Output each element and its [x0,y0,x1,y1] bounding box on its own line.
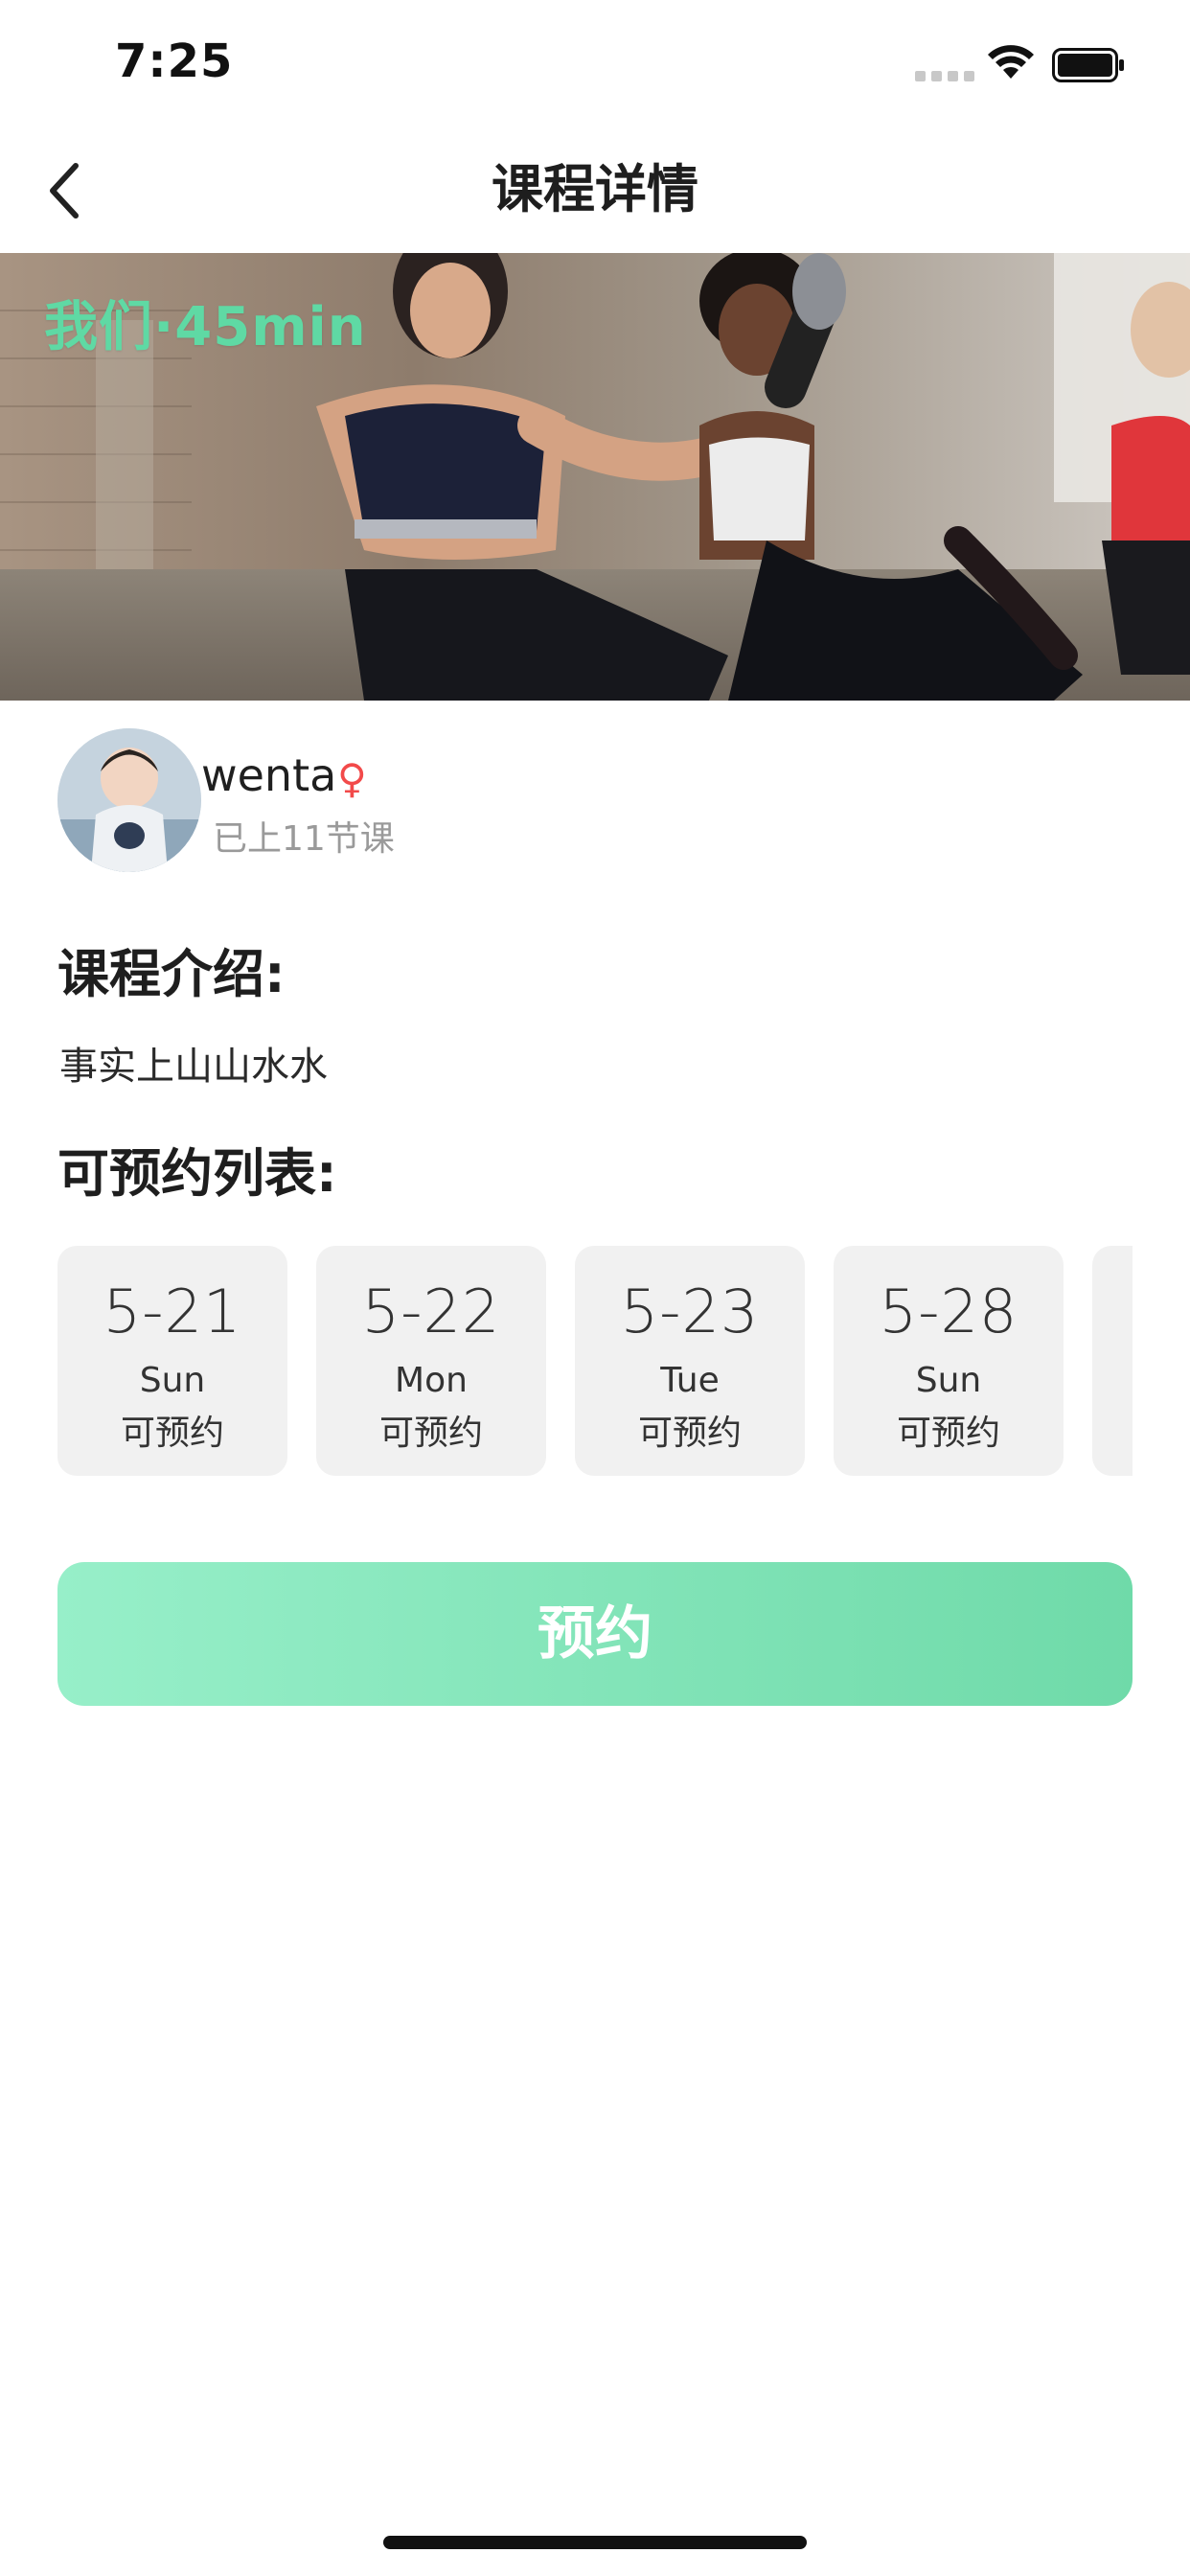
home-indicator[interactable] [383,2536,807,2549]
battery-icon [1052,48,1124,82]
status-time: 7:25 [115,34,234,88]
course-detail-page: 7:25 课程详情 我们·45min wenta ♀ 已上11节课 课程介绍: … [0,0,1190,2576]
intro-heading: 课程介绍: [57,944,286,1004]
book-button[interactable]: 预约 [57,1562,1133,1706]
coach-name: wenta [201,749,337,801]
status-bar: 7:25 [0,0,1190,126]
coach-class-count: 已上11节课 [213,819,395,859]
date-label: 5-21 [103,1276,242,1346]
back-button[interactable] [29,155,100,226]
wifi-icon [988,45,1034,79]
weekday-label: Sun [915,1361,982,1400]
female-gender-icon: ♀ [337,755,367,802]
course-caption: 我们·45min [44,296,367,358]
availability-label: 可预约 [896,1414,1000,1453]
weekday-label: Mon [395,1361,468,1400]
schedule-heading: 可预约列表: [57,1143,337,1204]
coach-avatar[interactable] [57,728,201,872]
availability-label: 可预约 [378,1414,483,1453]
chevron-left-icon [50,163,79,218]
date-card[interactable]: 5-28 Sun 可预约 [834,1246,1064,1476]
page-title: 课程详情 [492,159,698,219]
date-label: 5-23 [620,1276,760,1346]
intro-text: 事实上山山水水 [59,1045,328,1089]
signal-icon [915,71,974,81]
date-card[interactable]: 5-21 Sun 可预约 [57,1246,287,1476]
date-list[interactable]: 5-21 Sun 可预约 5-22 Mon 可预约 5-23 Tue 可预约 5… [57,1246,1133,1478]
nav-bar: 课程详情 [0,126,1190,253]
date-card[interactable]: 5-22 Mon 可预约 [316,1246,546,1476]
date-card[interactable]: 5-23 Tue 可预约 [575,1246,805,1476]
weekday-label: Tue [660,1361,720,1400]
date-label: 5-28 [879,1276,1018,1346]
availability-label: 可预约 [120,1414,224,1453]
weekday-label: Sun [139,1361,206,1400]
date-label: 5-22 [361,1276,501,1346]
course-banner: 我们·45min [0,253,1190,701]
availability-label: 可预约 [637,1414,742,1453]
date-card-partial[interactable] [1092,1246,1133,1476]
coach-info[interactable]: wenta ♀ 已上11节课 [57,728,1131,874]
